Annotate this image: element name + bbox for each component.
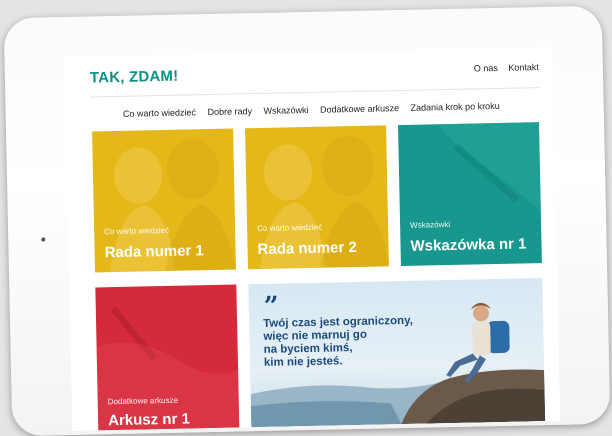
tile-title: Wskazówka nr 1	[410, 235, 527, 255]
writing-photo	[96, 307, 240, 431]
tile-wskazowka-1[interactable]: Wskazówki Wskazówka nr 1	[398, 122, 542, 267]
tablet-screen: TAK, ZDAM! O nas Kontakt Co warto wiedzi…	[64, 46, 561, 431]
quote-banner[interactable]: ” Twój czas jest ograniczony, więc nie m…	[248, 278, 546, 428]
link-o-nas[interactable]: O nas	[474, 63, 498, 74]
quote-text: Twój czas jest ograniczony, więc nie mar…	[263, 314, 434, 370]
tile-title: Rada numer 2	[257, 238, 357, 259]
tile-rada-1[interactable]: Co warto wiedzieć Rada numer 1	[92, 128, 237, 273]
tile-rada-2[interactable]: Co warto wiedzieć Rada numer 2	[245, 125, 389, 270]
main-nav: Co warto wiedzieć Dobre rady Wskazówki D…	[114, 101, 500, 119]
tile-title: Arkusz nr 1	[107, 410, 191, 430]
nav-co-warto-wiedziec[interactable]: Co warto wiedzieć	[123, 107, 196, 119]
nav-dodatkowe-arkusze[interactable]: Dodatkowe arkusze	[320, 103, 399, 115]
top-links: O nas Kontakt	[466, 62, 539, 74]
tile-category: Co warto wiedzieć	[104, 225, 170, 237]
link-kontakt[interactable]: Kontakt	[508, 62, 539, 73]
home-button[interactable]	[41, 237, 46, 242]
tile-category: Wskazówki	[410, 220, 451, 230]
nav-wskazowki[interactable]: Wskazówki	[263, 105, 308, 116]
site-logo[interactable]: TAK, ZDAM!	[90, 68, 179, 87]
nav-dobre-rady[interactable]: Dobre rady	[207, 106, 252, 117]
tablet-frame: TAK, ZDAM! O nas Kontakt Co warto wiedzi…	[3, 5, 611, 436]
tile-category: Dodatkowe arkusze	[107, 395, 179, 407]
tile-arkusz-1[interactable]: Dodatkowe arkusze Arkusz nr 1	[95, 284, 240, 431]
tile-title: Rada numer 1	[104, 242, 204, 262]
header-divider	[90, 87, 540, 98]
nav-zadania-krok-po-kroku[interactable]: Zadania krok po kroku	[411, 101, 500, 113]
tile-category: Co warto wiedzieć	[257, 222, 323, 234]
